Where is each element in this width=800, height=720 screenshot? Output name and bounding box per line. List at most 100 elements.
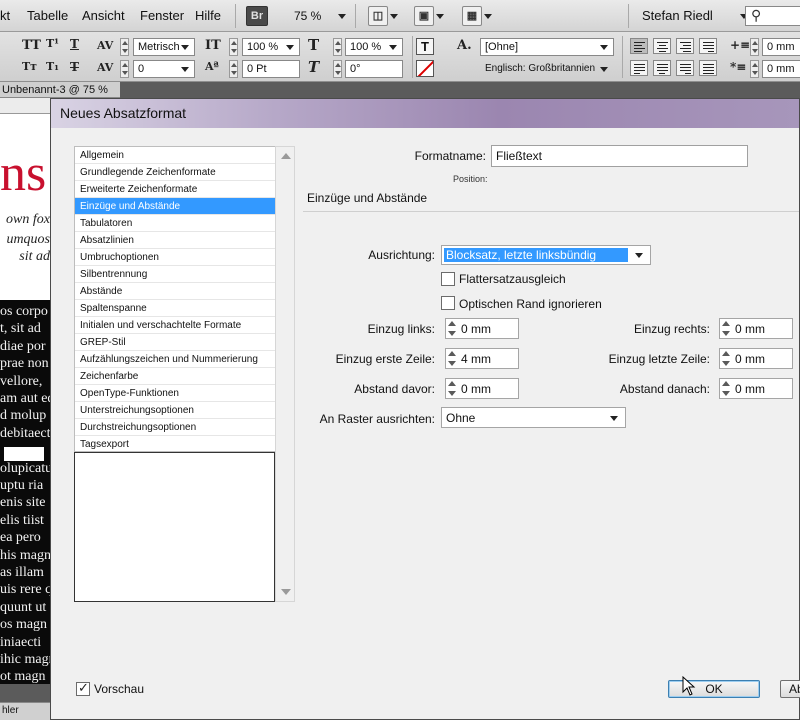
indent-last-line-field[interactable]: 0 mm [719,348,793,369]
arrange-documents-icon[interactable]: ▦ [462,6,482,26]
vertical-scale-spinner[interactable] [229,38,238,56]
horizontal-scale-field[interactable]: 100 % [345,38,403,56]
zoom-dropdown-icon[interactable] [338,14,346,19]
body-text-line: ihic magn [0,652,52,667]
chevron-down-icon [286,45,294,50]
category-list-empty-area [74,452,275,602]
language-select[interactable]: Englisch: Großbritannien [480,60,614,78]
skew-spinner[interactable] [333,60,342,78]
space-before-value: 0 mm [461,382,491,396]
category-item[interactable]: Absatzlinien [75,232,275,249]
category-item[interactable]: Umbruchoptionen [75,249,275,266]
tracking-spinner[interactable] [120,60,129,78]
user-name[interactable]: Stefan Riedl [642,8,713,23]
category-item[interactable]: Spaltenspanne [75,300,275,317]
category-item[interactable]: Aufzählungszeichen und Nummerierung [75,351,275,368]
scroll-down-icon[interactable] [281,589,291,595]
stepper-icon[interactable] [721,350,731,367]
category-scrollbar[interactable] [275,146,295,602]
category-item[interactable]: Tabulatoren [75,215,275,232]
category-item[interactable]: Allgemein [75,147,275,164]
category-item[interactable]: Zeichenfarbe [75,368,275,385]
arrange-dropdown-icon[interactable] [484,14,492,19]
bridge-icon[interactable]: Br [246,6,268,26]
text-fill-icon[interactable]: T [416,38,434,55]
category-item[interactable]: Durchstreichungsoptionen [75,419,275,436]
vertical-scale-field[interactable]: 100 % [242,38,300,56]
zoom-level[interactable]: 75 % [294,9,321,23]
view-options-icon[interactable]: ▣ [414,6,434,26]
alignment-select[interactable]: Blocksatz, letzte linksbündig [441,245,651,265]
category-item[interactable]: Einzüge und Abstände [75,198,275,215]
baseline-shift-field[interactable]: 0 Pt [242,60,300,78]
indent-first-line-field[interactable]: 4 mm [445,348,519,369]
format-name-field[interactable]: Fließtext [491,145,748,167]
left-indent-field[interactable]: 0 mm [762,38,800,56]
kerning-spinner[interactable] [120,38,129,56]
justify-center-button[interactable] [653,60,671,76]
horizontal-scale-spinner[interactable] [333,38,342,56]
align-right-button[interactable] [676,38,694,54]
category-item[interactable]: OpenType-Funktionen [75,385,275,402]
menu-view[interactable]: Ansicht [82,8,125,23]
space-before-field[interactable]: 0 mm [445,378,519,399]
menu-table[interactable]: Tabelle [27,8,68,23]
menu-window[interactable]: Fenster [140,8,184,23]
language-value: Englisch: Großbritannien [485,63,596,74]
align-center-button[interactable] [653,38,671,54]
first-line-indent-field[interactable]: 0 mm [762,60,800,78]
character-style-select[interactable]: [Ohne] [480,38,614,56]
text-frame[interactable]: os corpo t, sit ad diae por prae non vellore… [0,300,52,684]
category-item[interactable]: Erweiterte Zeichenformate [75,181,275,198]
stepper-icon[interactable] [447,380,457,397]
stroke-none-icon[interactable] [416,60,434,77]
kerning-select[interactable]: Metrisch [133,38,195,56]
strikethrough-icon[interactable]: T [70,60,79,74]
view-options-dropdown-icon[interactable] [436,14,444,19]
menu-edit[interactable]: kt [0,8,10,23]
space-after-field[interactable]: 0 mm [719,378,793,399]
scroll-up-icon[interactable] [281,153,291,159]
category-item[interactable]: Silbentrennung [75,266,275,283]
stepper-icon[interactable] [721,320,731,337]
screen-mode-icon[interactable]: ◫ [368,6,388,26]
stepper-icon[interactable] [721,380,731,397]
small-caps-icon[interactable]: Tт [22,60,37,73]
category-item[interactable]: Initialen und verschachtelte Formate [75,317,275,334]
tracking-select[interactable]: 0 [133,60,195,78]
body-text-line: diae por [0,338,46,354]
category-item[interactable]: Tagsexport [75,436,275,453]
stepper-icon[interactable] [447,320,457,337]
optical-margin-checkbox[interactable] [441,296,455,310]
underline-icon[interactable]: T [70,37,79,51]
align-towards-spine-button[interactable] [699,38,717,54]
screen-mode-dropdown-icon[interactable] [390,14,398,19]
space-after-value: 0 mm [735,382,765,396]
dialog-titlebar[interactable]: Neues Absatzformat [51,99,799,128]
search-input[interactable]: ⚲ [745,6,800,26]
skew-field[interactable]: 0° [345,60,403,78]
justify-all-button[interactable] [699,60,717,76]
document-tab[interactable]: Unbenannt-3 @ 75 % [0,82,120,98]
superscript-icon[interactable]: T¹ [46,37,59,50]
stepper-icon[interactable] [447,350,457,367]
indent-left-field[interactable]: 0 mm [445,318,519,339]
category-item[interactable]: GREP-Stil [75,334,275,351]
preview-checkbox[interactable] [76,680,90,696]
left-indent-spinner[interactable] [750,38,759,56]
justify-right-button[interactable] [676,60,694,76]
grid-align-select[interactable]: Ohne [441,407,626,428]
category-item[interactable]: Abstände [75,283,275,300]
justify-left-button[interactable] [630,60,648,76]
category-item[interactable]: Unterstreichungsoptionen [75,402,275,419]
indent-right-field[interactable]: 0 mm [719,318,793,339]
subscript-icon[interactable]: T₁ [46,60,59,73]
all-caps-icon[interactable]: TT [22,38,41,53]
menu-help[interactable]: Hilfe [195,8,221,23]
first-line-indent-spinner[interactable] [750,60,759,78]
flattersatz-checkbox[interactable] [441,272,455,286]
baseline-shift-spinner[interactable] [229,60,238,78]
category-item[interactable]: Grundlegende Zeichenformate [75,164,275,181]
align-left-button[interactable] [630,38,648,54]
cancel-button[interactable]: Ab [780,680,800,698]
